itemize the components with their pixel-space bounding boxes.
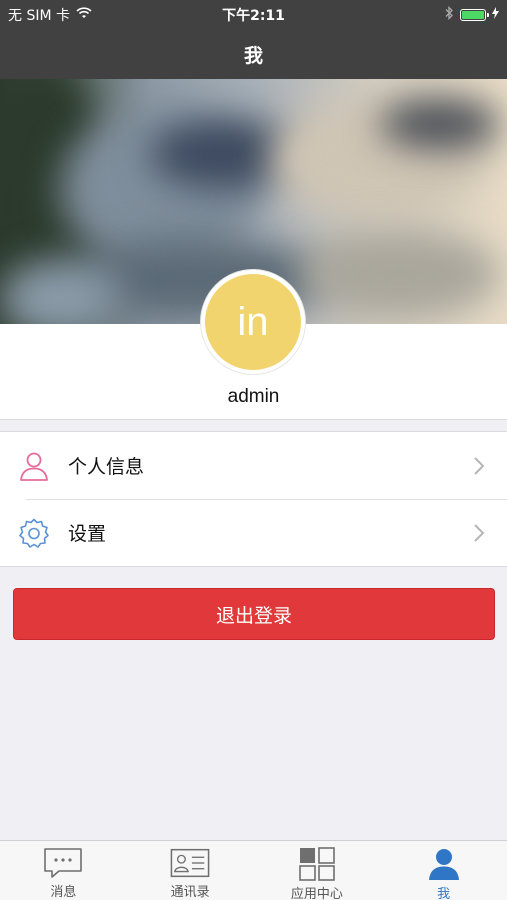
avatar[interactable]: in — [201, 270, 305, 374]
menu-item-settings[interactable]: 设置 — [0, 499, 507, 566]
tab-label: 应用中心 — [290, 887, 343, 900]
contacts-icon — [170, 847, 210, 879]
menu-item-label: 个人信息 — [68, 456, 145, 478]
charging-icon — [492, 7, 499, 23]
user-icon — [424, 847, 464, 881]
bluetooth-icon — [444, 5, 454, 24]
username: admin — [227, 386, 280, 407]
tab-label: 消息 — [50, 885, 77, 900]
tab-messages[interactable]: 消息 — [0, 841, 127, 900]
tab-label: 我 — [437, 887, 451, 900]
avatar-initials: in — [237, 299, 269, 344]
battery-level — [462, 11, 484, 19]
battery-icon — [460, 9, 489, 21]
message-icon — [43, 847, 83, 879]
status-right — [444, 5, 499, 24]
carrier-text: 无 SIM 卡 — [8, 8, 70, 24]
logout-label: 退出登录 — [215, 604, 292, 627]
chevron-right-icon — [474, 457, 485, 475]
page-title: 我 — [243, 45, 263, 67]
wifi-icon — [76, 7, 92, 23]
tab-label: 通讯录 — [170, 885, 210, 900]
tab-bar: 消息 通讯录 应用中心 我 — [0, 840, 507, 900]
chevron-right-icon — [474, 524, 485, 542]
settings-menu: 个人信息 设置 — [0, 431, 507, 567]
logout-button[interactable]: 退出登录 — [13, 588, 495, 640]
menu-item-personal-info[interactable]: 个人信息 — [0, 432, 507, 499]
status-bar: 无 SIM 卡 下午2:11 — [0, 0, 507, 30]
tab-contacts[interactable]: 通讯录 — [127, 841, 254, 900]
tab-app-center[interactable]: 应用中心 — [254, 841, 381, 900]
status-left: 无 SIM 卡 — [8, 5, 92, 25]
apps-grid-icon — [297, 847, 337, 881]
tab-me[interactable]: 我 — [380, 841, 507, 900]
person-icon — [17, 449, 51, 483]
gear-icon — [17, 516, 51, 550]
nav-bar: 我 — [0, 30, 507, 79]
menu-item-label: 设置 — [68, 523, 107, 545]
